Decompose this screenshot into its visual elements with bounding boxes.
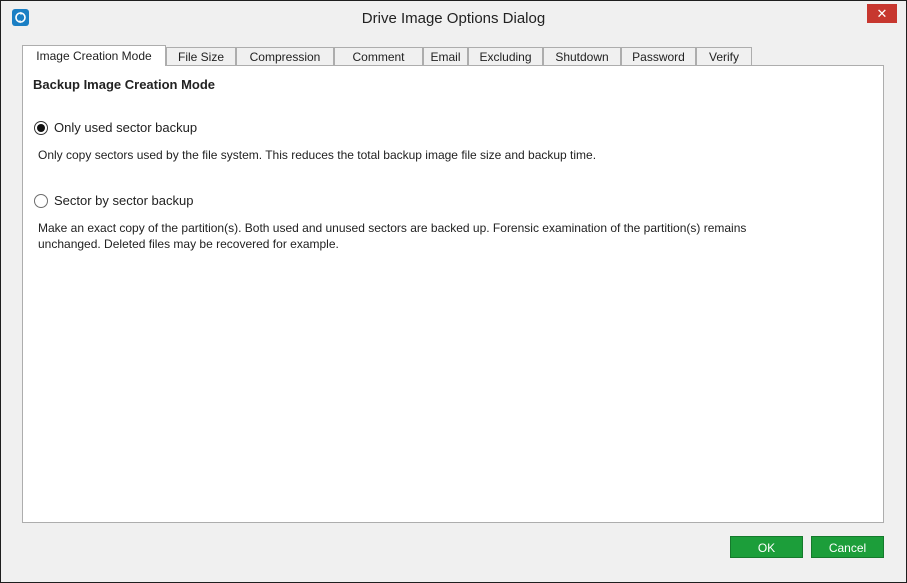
tab-verify[interactable]: Verify <box>696 47 752 65</box>
window-title: Drive Image Options Dialog <box>361 10 546 27</box>
title-bar[interactable]: Drive Image Options Dialog ✕ <box>1 1 906 37</box>
tab-image-creation-mode[interactable]: Image Creation Mode <box>22 45 166 66</box>
used-sector-radio[interactable] <box>34 121 48 135</box>
used-sector-description: Only copy sectors used by the file syste… <box>38 148 597 162</box>
tab-shutdown[interactable]: Shutdown <box>543 47 621 65</box>
section-heading: Backup Image Creation Mode <box>33 77 216 92</box>
ok-button[interactable]: OK <box>730 536 803 558</box>
sector-by-sector-description-line1: Make an exact copy of the partition(s). … <box>38 221 747 235</box>
tab-file-size[interactable]: File Size <box>166 47 236 65</box>
dialog-window: Drive Image Options Dialog ✕ Image Creat… <box>0 0 907 583</box>
close-button[interactable]: ✕ <box>867 4 897 23</box>
tab-email[interactable]: Email <box>423 47 468 65</box>
tab-panel: Backup Image Creation Mode Only used sec… <box>22 65 884 523</box>
cancel-button[interactable]: Cancel <box>811 536 884 558</box>
used-sector-label[interactable]: Only used sector backup <box>54 120 197 135</box>
sector-by-sector-radio[interactable] <box>34 194 48 208</box>
sector-by-sector-label[interactable]: Sector by sector backup <box>54 193 193 208</box>
tab-password[interactable]: Password <box>621 47 696 65</box>
sector-by-sector-description-line2: unchanged. Deleted files may be recovere… <box>38 237 339 251</box>
tab-excluding[interactable]: Excluding <box>468 47 543 65</box>
tab-compression[interactable]: Compression <box>236 47 334 65</box>
tab-comment[interactable]: Comment <box>334 47 423 65</box>
